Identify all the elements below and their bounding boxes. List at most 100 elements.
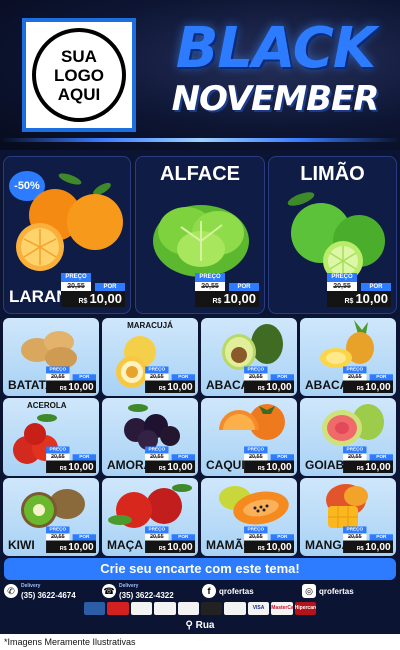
product-card-abacate: ABACATE PREÇO 20,55 POR R$ 10,00 — [201, 318, 297, 396]
kiwi-image — [21, 489, 85, 528]
price-label: PREÇO — [343, 526, 367, 534]
hipercard-icon: Hipercard — [294, 602, 317, 615]
currency: R$ — [257, 385, 265, 392]
old-price: 20,55 — [244, 453, 268, 461]
payment-method-icon — [154, 602, 176, 615]
old-price: 20,55 — [145, 373, 169, 381]
new-price-value: 10,00 — [68, 380, 94, 393]
guava-image — [322, 404, 384, 446]
contact-label: Delivery — [119, 583, 139, 589]
old-price: 20,55 — [244, 533, 268, 541]
contact-label: Delivery — [21, 583, 41, 589]
new-price: R$ 10,00 — [343, 540, 393, 553]
pineapple-image — [320, 320, 374, 368]
new-price: R$ 10,00 — [145, 380, 195, 393]
new-price-value: 10,00 — [266, 460, 292, 473]
product-card-maca: MAÇA PREÇO 20,55 POR R$ 10,00 — [102, 478, 198, 556]
currency: R$ — [356, 465, 364, 472]
contact-phone[interactable]: ☎ Delivery (35) 3622-4322 — [102, 582, 174, 600]
new-price-value: 10,00 — [365, 540, 391, 553]
product-card-batata: BATATA PREÇO 20,55 POR R$ 10,00 — [3, 318, 99, 396]
price-label: PREÇO — [327, 273, 357, 282]
price-tag: PREÇO 20,55 POR R$ 10,00 — [327, 273, 391, 307]
product-card-amora: AMORA PREÇO 20,55 POR R$ 10,00 — [102, 398, 198, 476]
price-label: PREÇO — [61, 273, 91, 282]
featured-alface: ALFACE PREÇO 20,55 POR R$ 10,00 — [135, 156, 265, 314]
old-price: 20,55 — [343, 373, 367, 381]
price-tag: PREÇO 20,55 POR R$ 10,00 — [343, 366, 393, 393]
new-price-value: 10,00 — [355, 291, 388, 306]
address-text: Rua — [195, 620, 215, 631]
featured-limao: LIMÃO PREÇO 20,55 POR R$ 10,00 — [268, 156, 397, 314]
new-price: R$ 10,00 — [343, 380, 393, 393]
visa-icon: VISA — [247, 602, 270, 615]
currency: R$ — [59, 465, 67, 472]
new-price: R$ 10,00 — [327, 291, 391, 307]
contact-value: (35) 3622-4674 — [21, 591, 76, 600]
new-price-value: 10,00 — [167, 540, 193, 553]
product-name: KIWI — [8, 538, 35, 552]
disclaimer: *Imagens Meramente Ilustrativas — [0, 634, 400, 650]
currency: R$ — [257, 465, 265, 472]
lime-image — [287, 192, 385, 281]
contact-whatsapp[interactable]: ✆ Delivery (35) 3622-4674 — [4, 582, 76, 600]
product-name: ALFACE — [160, 163, 240, 185]
price-label: PREÇO — [195, 273, 225, 282]
price-tag: PREÇO 20,55 POR R$ 10,00 — [343, 526, 393, 553]
price-label: PREÇO — [244, 366, 268, 374]
price-tag: PREÇO 20,55 POR R$ 10,00 — [343, 446, 393, 473]
price-tag: PREÇO 20,55 POR R$ 10,00 — [195, 273, 259, 307]
title-black: BLACK — [175, 16, 376, 81]
blackberry-image — [124, 404, 180, 450]
price-tag: PREÇO 20,55 POR R$ 10,00 — [46, 366, 96, 393]
logo-circle: SUA LOGO AQUI — [32, 28, 126, 122]
contact-text: Delivery (35) 3622-4674 — [21, 582, 76, 600]
payment-card-icon — [84, 602, 106, 615]
new-price-value: 10,00 — [68, 460, 94, 473]
facebook-icon: f — [202, 584, 216, 598]
cta-banner[interactable]: Crie seu encarte com este tema! — [4, 558, 396, 580]
product-card-abacaxi: ABACAXI PREÇO 20,55 POR R$ 10,00 — [300, 318, 396, 396]
new-price: R$ 10,00 — [46, 380, 96, 393]
price-tag: PREÇO 20,55 POR R$ 10,00 — [46, 526, 96, 553]
price-tag: PREÇO 20,55 POR R$ 10,00 — [145, 526, 195, 553]
payment-method-icon — [130, 602, 153, 615]
new-price: R$ 10,00 — [145, 540, 195, 553]
price-tag: PREÇO 20,55 POR R$ 10,00 — [244, 526, 294, 553]
price-label: PREÇO — [145, 446, 169, 454]
contact-facebook[interactable]: f qrofertas — [202, 582, 254, 600]
product-card-mamao: MAMÃO PREÇO 20,55 POR R$ 10,00 — [201, 478, 297, 556]
por-label: POR — [95, 283, 125, 291]
price-label: PREÇO — [145, 366, 169, 374]
price-label: PREÇO — [46, 526, 70, 534]
product-name: LIMÃO — [300, 163, 365, 185]
title-november: NOVEMBER — [171, 79, 380, 119]
payment-method-icon — [201, 602, 223, 615]
price-label: PREÇO — [145, 526, 169, 534]
price-tag: PREÇO 20,55 POR R$ 10,00 — [244, 366, 294, 393]
payment-method-icon — [224, 602, 246, 615]
instagram-icon: ◎ — [302, 584, 316, 598]
mastercard-icon: MasterCard — [271, 602, 293, 615]
featured-laranja: -50% LARANJA PREÇO 20,55 POR R$ 10,00 — [3, 156, 131, 314]
currency: R$ — [78, 298, 88, 305]
old-price: 20,55 — [46, 533, 70, 541]
new-price: R$ 10,00 — [343, 460, 393, 473]
location-pin-icon: ⚲ — [185, 620, 193, 631]
old-price: 20,55 — [61, 282, 91, 291]
old-price: 20,55 — [244, 373, 268, 381]
old-price: 20,55 — [327, 282, 357, 291]
currency: R$ — [344, 298, 354, 305]
old-price: 20,55 — [46, 373, 70, 381]
por-label: POR — [229, 283, 259, 291]
new-price-value: 10,00 — [266, 380, 292, 393]
currency: R$ — [356, 545, 364, 552]
currency: R$ — [257, 545, 265, 552]
payment-flag-icon — [107, 602, 129, 615]
old-price: 20,55 — [343, 453, 367, 461]
new-price: R$ 10,00 — [145, 460, 195, 473]
price-tag: PREÇO 20,55 POR R$ 10,00 — [61, 273, 125, 307]
price-label: PREÇO — [46, 366, 70, 374]
contact-instagram[interactable]: ◎ qrofertas — [302, 582, 354, 600]
price-label: PREÇO — [343, 366, 367, 374]
